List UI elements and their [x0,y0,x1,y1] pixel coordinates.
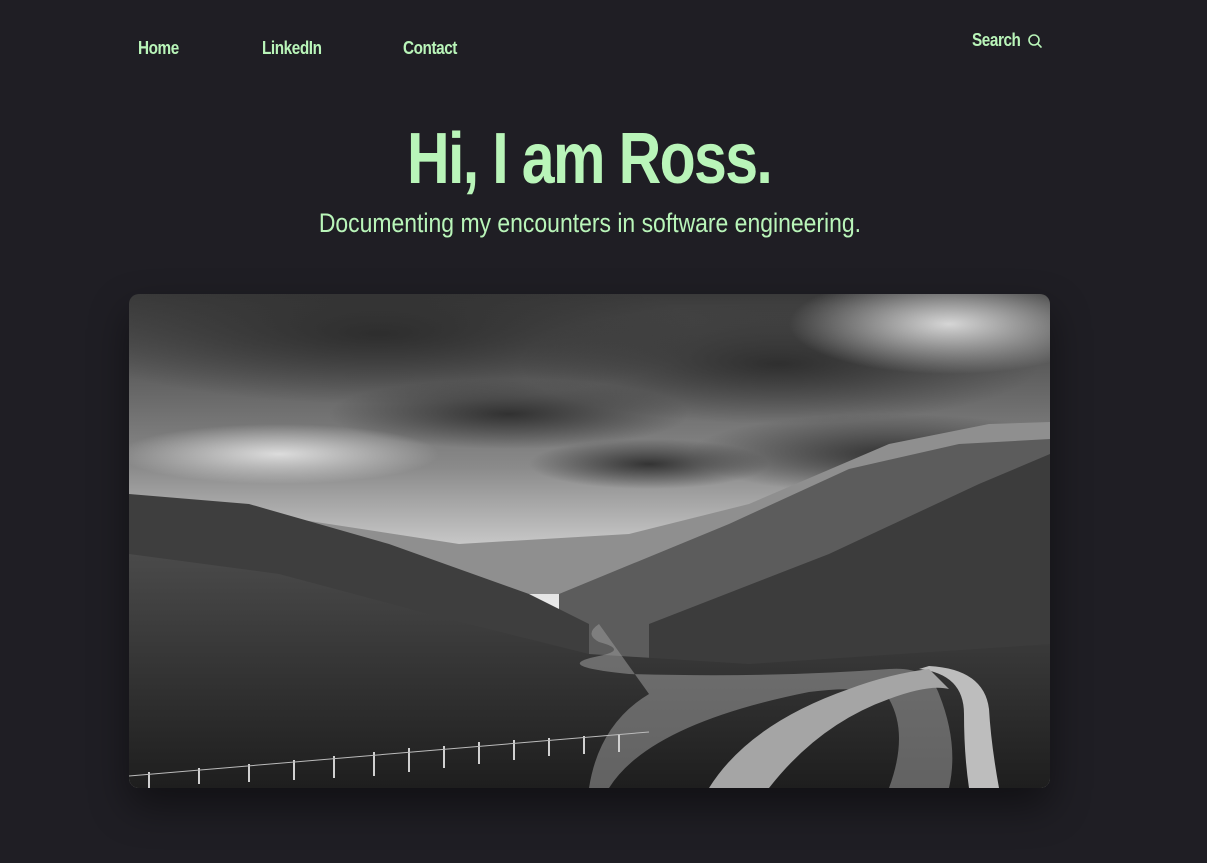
search-icon [1028,33,1042,48]
page-subtitle: Documenting my encounters in software en… [0,208,1179,239]
search-button[interactable]: Search [972,30,1043,51]
landscape-photo [129,294,1050,788]
nav-link-contact[interactable]: Contact [403,38,457,59]
nav-link-linkedin[interactable]: LinkedIn [262,38,322,59]
search-label: Search [972,30,1021,50]
page-subtitle-text: Documenting my encounters in software en… [318,208,861,238]
hero-image [129,294,1050,788]
page-title: Hi, I am Ross. [0,118,1179,200]
page: Home LinkedIn Contact Search Hi, I am Ro… [0,0,1207,863]
page-title-text: Hi, I am Ross. [407,119,773,199]
nav-link-home[interactable]: Home [138,38,179,59]
